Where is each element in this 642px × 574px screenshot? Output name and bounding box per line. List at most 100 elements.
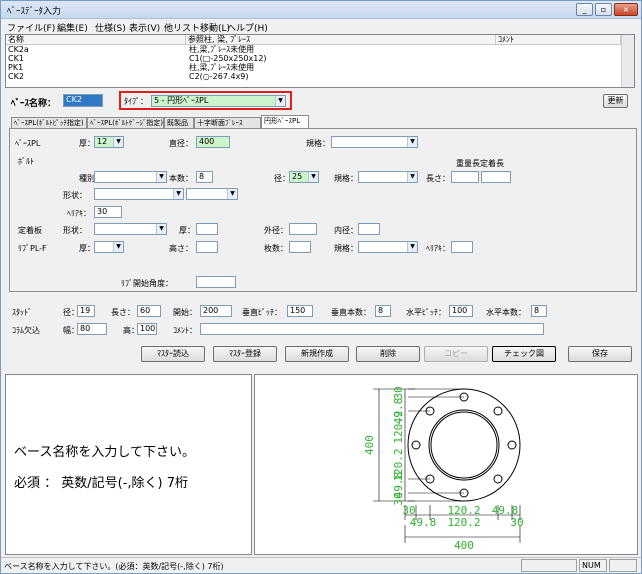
menu-view[interactable]: 表示(V) (129, 21, 160, 34)
length-label: 長さ： (426, 174, 450, 183)
base-name-input[interactable]: CK2 (63, 94, 103, 107)
list-row[interactable]: CK1 C1(□-250x250x12) (6, 54, 620, 63)
basepl-label: ﾍﾞｰｽPL (15, 139, 41, 148)
spec-label: 規格： (306, 139, 330, 148)
dim-400-vertical: 400 (363, 435, 376, 455)
message-line1: ベース名称を入力して下さい。 (14, 445, 195, 460)
stud-vpitch-label: 垂直ﾋﾟｯﾁ： (242, 308, 282, 317)
status-pane-1 (521, 559, 577, 572)
list-header-ref[interactable]: 参照柱, 梁, ﾌﾞﾚｰｽ (186, 35, 496, 45)
anchor-shape-label: 形状： (63, 226, 87, 235)
count-label: 本数： (169, 174, 193, 183)
menu-spec[interactable]: 仕様(S) (95, 21, 126, 34)
spec-select[interactable]: ▼ (331, 136, 418, 148)
inner-label: 内径： (334, 226, 358, 235)
stud-len-input[interactable]: 60 (137, 305, 161, 317)
anchor-thick-input[interactable] (196, 223, 218, 235)
herie-input[interactable]: 30 (94, 206, 122, 218)
list-header-comment[interactable]: ｺﾒﾝﾄ (496, 35, 621, 45)
length-input[interactable] (451, 171, 479, 183)
column-height-input[interactable]: 100 (137, 323, 157, 335)
window-title: ﾍﾞｰｽﾃﾞｰﾀ入力 (7, 7, 62, 17)
base-list[interactable]: 名称 参照柱, 梁, ﾌﾞﾚｰｽ ｺﾒﾝﾄ CK2a 柱,梁,ﾌﾞﾚｰｽ未使用 C… (5, 34, 635, 88)
shape2-select[interactable]: ▼ (186, 188, 238, 200)
rib-height-input[interactable] (196, 241, 218, 253)
chevron-down-icon: ▼ (173, 189, 183, 199)
stud-dia-input[interactable]: 19 (77, 305, 95, 317)
inner-input[interactable] (358, 223, 380, 235)
diam-label: 径： (274, 174, 290, 183)
stud-vcount-input[interactable]: 8 (375, 305, 391, 317)
count-input[interactable]: 8 (196, 171, 213, 183)
dim-1202-top: 120.2 (392, 410, 405, 443)
menu-help[interactable]: ヘルプ(H) (227, 21, 268, 34)
stud-vcount-label: 垂直本数： (331, 308, 371, 317)
chevron-down-icon: ▼ (407, 137, 417, 147)
stud-hcount-input[interactable]: 8 (531, 305, 547, 317)
rib-spec-select[interactable]: ▼ (358, 241, 418, 253)
update-button[interactable]: 更新 (603, 94, 628, 108)
chevron-down-icon: ▼ (275, 96, 285, 106)
drawing-pane: 400 30 49.8 120.2 120.2 49.8 30 30 120.2… (254, 374, 638, 555)
shape-select[interactable]: ▼ (94, 188, 184, 200)
kind-select[interactable]: ▼ (94, 171, 167, 183)
base-plate-drawing: 400 30 49.8 120.2 120.2 49.8 30 30 120.2… (363, 386, 524, 552)
master-save-button[interactable]: ﾏｽﾀｰ登録 (213, 346, 277, 362)
list-row[interactable]: CK2a 柱,梁,ﾌﾞﾚｰｽ未使用 (6, 45, 620, 54)
new-button[interactable]: 新規作成 (285, 346, 349, 362)
menu-edit[interactable]: 編集(E) (57, 21, 88, 34)
stud-hpitch-label: 水平ﾋﾟｯﾁ： (406, 308, 446, 317)
rib-count-label: 枚数： (264, 244, 288, 253)
tab-circular-basepl[interactable]: 円形ﾍﾞｰｽPL (261, 115, 309, 129)
rib-herie-input[interactable] (451, 241, 473, 253)
rib-count-input[interactable] (289, 241, 311, 253)
spec2-select[interactable]: ▼ (358, 171, 418, 183)
anchor-length-input[interactable] (481, 171, 511, 183)
maximize-button[interactable]: ▫ (595, 3, 612, 16)
column-width-input[interactable]: 80 (77, 323, 107, 335)
menu-list-move[interactable]: 他リスト移動(L) (164, 21, 230, 34)
type-label: ﾀｲﾌﾟ： (124, 97, 148, 106)
dim-30-right: 30 (510, 516, 523, 529)
stud-vpitch-input[interactable]: 150 (287, 305, 313, 317)
chevron-down-icon: ▼ (407, 242, 417, 252)
extra-label: 重量長定着長 (456, 159, 504, 168)
master-load-button[interactable]: ﾏｽﾀｰ読込 (141, 346, 205, 362)
stud-hcount-label: 水平本数： (486, 308, 526, 317)
base-name-label: ﾍﾞｰｽ名称： (11, 99, 57, 109)
column-notch-label: ｺﾗﾑ欠込 (12, 326, 40, 335)
herie-label: ﾍﾘｱｷ： (67, 209, 91, 218)
type-select[interactable]: 5 - 円形ﾍﾞｰｽPL ▼ (151, 95, 286, 107)
dia-input[interactable]: 400 (196, 136, 230, 148)
status-bar: ベース名称を入力して下さい。(必須：英数/記号(-,除く) 7桁) NUM (1, 557, 641, 573)
chevron-down-icon: ▼ (156, 172, 166, 182)
stud-start-label: 開始： (173, 308, 197, 317)
chevron-down-icon: ▼ (113, 242, 123, 252)
list-row[interactable]: PK1 柱,梁,ﾌﾞﾚｰｽ未使用 (6, 63, 620, 72)
rib-angle-input[interactable] (196, 276, 236, 288)
list-scrollbar[interactable] (621, 35, 634, 87)
diam-select[interactable]: 25 ▼ (289, 171, 319, 183)
close-button[interactable]: × (614, 3, 638, 16)
save-button[interactable]: 保存 (568, 346, 632, 362)
stud-start-input[interactable]: 200 (200, 305, 232, 317)
stud-hpitch-input[interactable]: 100 (449, 305, 473, 317)
list-header-name[interactable]: 名称 (6, 35, 186, 45)
anchor-shape-select[interactable]: ▼ (94, 223, 167, 235)
list-row[interactable]: CK2 C2(○-267.4x9) (6, 72, 620, 81)
minimize-button[interactable]: _ (576, 3, 593, 16)
thick-select[interactable]: 12 ▼ (94, 136, 124, 148)
status-pane-3 (609, 559, 637, 572)
copy-button[interactable]: コピー (424, 346, 488, 362)
dim-1202-center2: 120.2 (447, 516, 480, 529)
stud-len-label: 長さ： (111, 308, 135, 317)
rib-thick-select[interactable]: ▼ (94, 241, 124, 253)
comment-input[interactable] (200, 323, 544, 335)
menu-file[interactable]: ファイル(F) (7, 21, 55, 34)
message-line2: 必須 ： 英数/記号(-,除く) 7桁 (14, 476, 189, 491)
check-drawing-button[interactable]: チェック図 (492, 346, 556, 362)
outer-input[interactable] (289, 223, 317, 235)
dimension-texts: 400 30 49.8 120.2 120.2 49.8 30 30 120.2… (363, 386, 524, 552)
comment-label: ｺﾒﾝﾄ： (173, 326, 197, 335)
delete-button[interactable]: 削除 (356, 346, 420, 362)
